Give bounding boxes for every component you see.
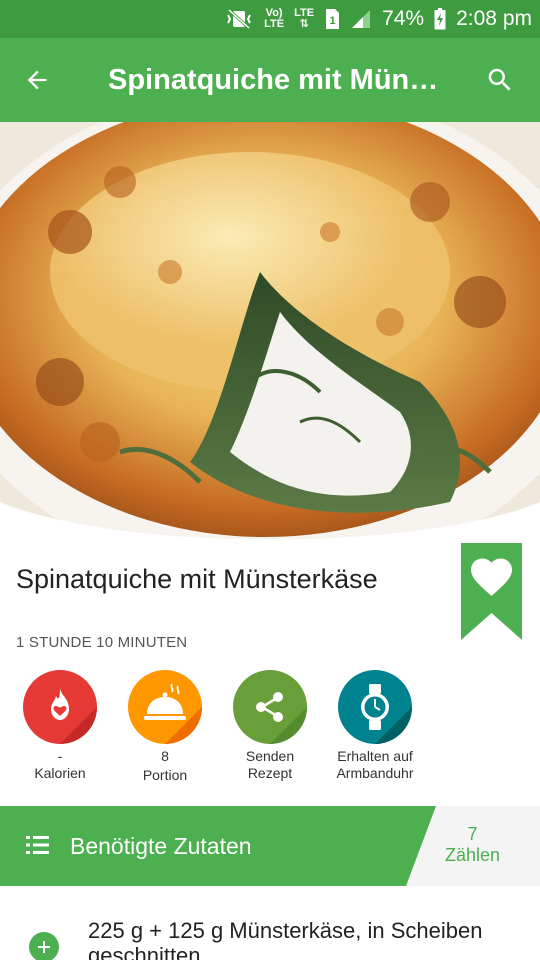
- volte-indicator: Vo) LTE: [264, 7, 285, 30]
- search-button[interactable]: [460, 38, 540, 122]
- calories-circle: [23, 670, 97, 744]
- watch-line1: Erhalten auf: [337, 748, 413, 764]
- calories-action[interactable]: - Kalorien: [5, 670, 115, 782]
- watch-line2: Armbanduhr: [336, 765, 414, 781]
- calories-label: Kalorien: [34, 765, 86, 781]
- watch-action[interactable]: Erhalten auf Armbanduhr: [320, 670, 430, 782]
- page-title: Spinatquiche mit Müns…: [108, 63, 455, 96]
- svg-text:1: 1: [330, 15, 336, 27]
- share-icon: [256, 692, 283, 722]
- watch-circle: [338, 670, 412, 744]
- battery-percent: 74%: [382, 7, 425, 30]
- cloche-icon: [144, 683, 186, 720]
- recipe-duration: 1 STUNDE 10 MINUTEN: [16, 634, 188, 651]
- send-recipe-line1: Senden: [245, 748, 295, 764]
- send-recipe-line2: Rezept: [247, 765, 293, 781]
- calories-value: -: [57, 748, 63, 764]
- back-button[interactable]: [0, 38, 74, 122]
- send-recipe-action[interactable]: Senden Rezept: [215, 670, 325, 782]
- ingredients-title: Benötigte Zutaten: [70, 833, 252, 859]
- clock: 2:08 pm: [456, 7, 532, 30]
- flame-heart-icon: [51, 688, 69, 720]
- ingredients-count-label: Zählen: [444, 845, 501, 865]
- sim-icon: 1: [324, 8, 340, 30]
- plus-icon: [38, 941, 50, 953]
- battery-charging-icon: [434, 8, 446, 30]
- app-bar: Spinatquiche mit Müns…: [0, 38, 540, 122]
- ingredient-text: 225 g + 125 g Münsterkäse, in Scheiben g…: [88, 918, 483, 960]
- ingredients-header: Benötigte Zutaten 7 Zählen: [0, 806, 540, 886]
- add-ingredient-button[interactable]: [29, 932, 59, 960]
- favorite-button[interactable]: [461, 543, 522, 640]
- search-icon: [488, 68, 511, 91]
- lte-indicator: LTE ⇅: [294, 7, 315, 30]
- portion-circle: [128, 670, 202, 744]
- ingredients-count: 7 Zählen: [420, 824, 525, 866]
- arrow-left-icon: [27, 70, 47, 90]
- recipe-actions: - Kalorien 8 Portion Senden Rezept Erhal…: [0, 670, 540, 790]
- send-recipe-circle: [233, 670, 307, 744]
- status-bar: Vo) LTE LTE ⇅ 1 74% 2:08 pm: [0, 0, 540, 38]
- portion-action[interactable]: 8 Portion: [110, 670, 220, 784]
- vibrate-mute-icon: [224, 8, 254, 30]
- ingredient-list-item: 225 g + 125 g Münsterkäse, in Scheiben g…: [0, 916, 540, 960]
- list-icon: [26, 836, 49, 854]
- ingredients-count-value: 7: [467, 824, 478, 844]
- portion-value: 8: [161, 748, 169, 764]
- portion-label: Portion: [142, 767, 188, 783]
- watch-icon: [361, 684, 389, 730]
- signal-icon: [350, 9, 372, 29]
- recipe-title: Spinatquiche mit Münsterkäse: [16, 564, 378, 594]
- recipe-photo: [0, 122, 540, 542]
